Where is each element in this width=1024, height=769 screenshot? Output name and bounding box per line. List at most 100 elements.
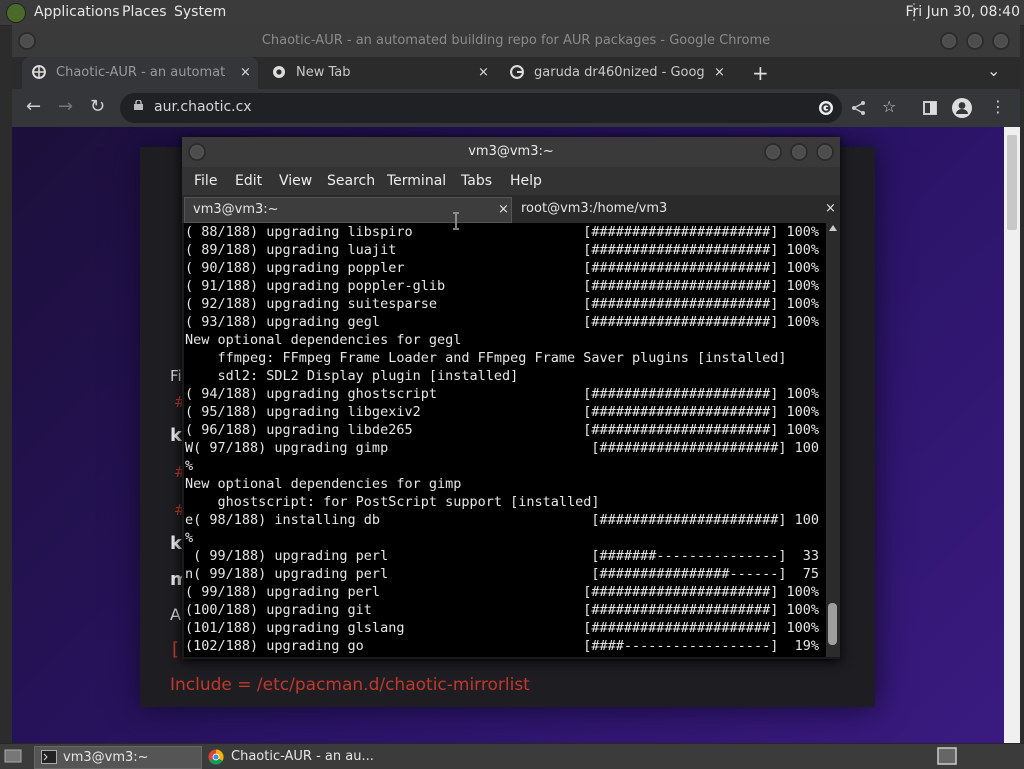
chaotic-favicon-icon [32,65,46,79]
terminal-line: ( 93/188) upgrading gegl [##############… [185,314,819,330]
terminal-line: ( 99/188) upgrading perl [##############… [185,584,819,600]
close-window-icon[interactable] [816,143,834,161]
minimize-icon[interactable] [940,32,958,50]
page-text-fragment: A [170,605,181,624]
tab-search-chevron-icon[interactable]: ⌄ [987,61,1000,80]
page-scrollbar-thumb[interactable] [1007,135,1017,230]
menu-terminal[interactable]: Terminal [387,173,446,189]
google-lens-icon[interactable] [818,100,834,116]
tab-new-tab[interactable]: New Tab × [262,57,498,89]
tab-strip: Chaotic-AUR - an automated b × New Tab ×… [12,57,1020,89]
chrome-titlebar[interactable]: Chaotic-AUR - an automated building repo… [12,25,1020,57]
page-code-fragment: k [170,533,182,554]
window-menu-icon[interactable] [18,32,36,50]
terminal-icon [41,750,57,764]
share-icon[interactable] [851,100,866,116]
terminal-line: ( 99/188) upgrading perl [#######-------… [185,548,819,564]
terminal-tab-close-icon[interactable]: × [825,197,836,221]
terminal-line: ( 89/188) upgrading luajit [############… [185,242,819,258]
profile-avatar-icon[interactable] [952,98,972,118]
maximize-icon[interactable] [790,143,808,161]
maximize-icon[interactable] [966,32,984,50]
tab-chaotic-aur[interactable]: Chaotic-AUR - an automated b × [22,57,258,89]
scroll-up-arrow-icon[interactable] [829,225,837,231]
terminal-scrollbar[interactable] [826,223,840,657]
tab-close-icon[interactable]: × [478,57,489,89]
terminal-line: New optional dependencies for gimp [185,476,462,492]
terminal-menubar: File Edit View Search Terminal Tabs Help [182,167,840,195]
terminal-line: W( 97/188) upgrading gimp [#############… [185,440,819,456]
page-code-fragment: k [170,425,182,446]
reload-icon[interactable]: ↻ [90,97,105,117]
distro-logo-icon[interactable] [6,3,26,23]
terminal-tabbar: vm3@vm3:~ × root@vm3:/home/vm3 × [182,195,840,223]
chrome-icon [273,66,285,78]
browser-toolbar: ← → ↻ aur.chaotic.cx ☆ ⋮ [12,89,1020,127]
menu-view[interactable]: View [279,173,312,189]
bookmark-star-icon[interactable]: ☆ [882,97,896,117]
window-menu-icon[interactable] [188,143,206,161]
address-bar[interactable]: aur.chaotic.cx [120,93,842,123]
page-scrollbar[interactable] [1004,127,1020,743]
close-window-icon[interactable] [992,32,1010,50]
terminal-line: (100/188) upgrading git [###############… [185,602,819,618]
menu-help[interactable]: Help [510,173,542,189]
terminal-line: ( 90/188) upgrading poppler [###########… [185,260,819,276]
terminal-line: ghostscript: for PostScript support [ins… [185,494,600,510]
terminal-scrollbar-thumb[interactable] [828,603,837,645]
terminal-line: n( 99/188) upgrading perl [#############… [185,566,819,582]
text-cursor-icon [453,212,459,230]
kebab-menu-icon[interactable]: ⋮ [990,97,1006,117]
tab-label: garuda dr460nized - Google Se [534,65,704,80]
terminal-output[interactable]: ( 88/188) upgrading libspiro [##########… [184,223,826,657]
forward-arrow-icon[interactable]: → [58,97,73,117]
places-menu[interactable]: Places [122,4,167,20]
terminal-line: ( 91/188) upgrading poppler-glib [######… [185,278,819,294]
side-panel-icon[interactable] [923,101,937,115]
system-menu[interactable]: System [174,4,226,20]
terminal-tab-close-icon[interactable]: × [498,198,509,222]
taskbar-item-label: Chaotic-AUR - an au... [231,749,374,764]
terminal-line: (101/188) upgrading glslang [###########… [185,620,819,636]
url-text[interactable]: aur.chaotic.cx [154,99,252,115]
terminal-line: ffmpeg: FFmpeg Frame Loader and FFmpeg F… [185,350,787,366]
taskbar-item-terminal[interactable]: vm3@vm3:~ [34,746,202,769]
terminal-line: sdl2: SDL2 Display plugin [installed] [185,368,519,384]
taskbar-item-chrome[interactable]: Chaotic-AUR - an au... [204,746,404,767]
terminal-line: (102/188) upgrading go [####------------… [185,638,819,654]
chrome-icon [208,749,224,765]
terminal-line: ( 92/188) upgrading suitesparse [#######… [185,296,819,312]
terminal-line: ( 94/188) upgrading ghostscript [#######… [185,386,819,402]
new-tab-button[interactable]: + [752,61,769,85]
terminal-tab-label: root@vm3:/home/vm3 [521,201,668,216]
terminal-tab-root[interactable]: root@vm3:/home/vm3 × [513,197,839,221]
terminal-titlebar[interactable]: vm3@vm3:~ [182,137,840,167]
clock[interactable]: Fri Jun 30, 08:40 [905,4,1020,20]
terminal-line: ( 95/188) upgrading libgexiv2 [#########… [185,404,819,420]
terminal-tab-user[interactable]: vm3@vm3:~ × [184,197,512,223]
tab-close-icon[interactable]: × [240,57,251,89]
terminal-window-title: vm3@vm3:~ [468,144,554,159]
bottom-taskbar: vm3@vm3:~ Chaotic-AUR - an au... [0,743,1024,769]
page-config-line: Include = /etc/pacman.d/chaotic-mirrorli… [170,675,530,695]
terminal-tab-label: vm3@vm3:~ [193,202,279,217]
terminal-line: New optional dependencies for gegl [185,332,462,348]
tab-close-icon[interactable]: × [714,57,725,89]
menu-edit[interactable]: Edit [235,173,262,189]
tab-google-search[interactable]: garuda dr460nized - Google Se × [500,57,736,89]
menu-tabs[interactable]: Tabs [461,173,492,189]
tab-label: Chaotic-AUR - an automated b [56,65,226,80]
show-desktop-icon[interactable] [4,748,22,764]
terminal-window: vm3@vm3:~ File Edit View Search Terminal… [182,137,840,659]
taskbar-item-label: vm3@vm3:~ [63,750,149,765]
workspace-switcher-icon[interactable] [937,747,957,765]
back-arrow-icon[interactable]: ← [26,97,41,117]
terminal-line: e( 98/188) installing db [##############… [185,512,819,528]
menu-search[interactable]: Search [327,173,375,189]
top-panel: Applications Places System Fri Jun 30, 0… [0,0,1024,26]
lock-icon[interactable] [134,100,143,110]
menu-file[interactable]: File [194,173,217,189]
terminal-line: % [185,458,194,474]
applications-menu[interactable]: Applications [34,4,120,20]
minimize-icon[interactable] [764,143,782,161]
